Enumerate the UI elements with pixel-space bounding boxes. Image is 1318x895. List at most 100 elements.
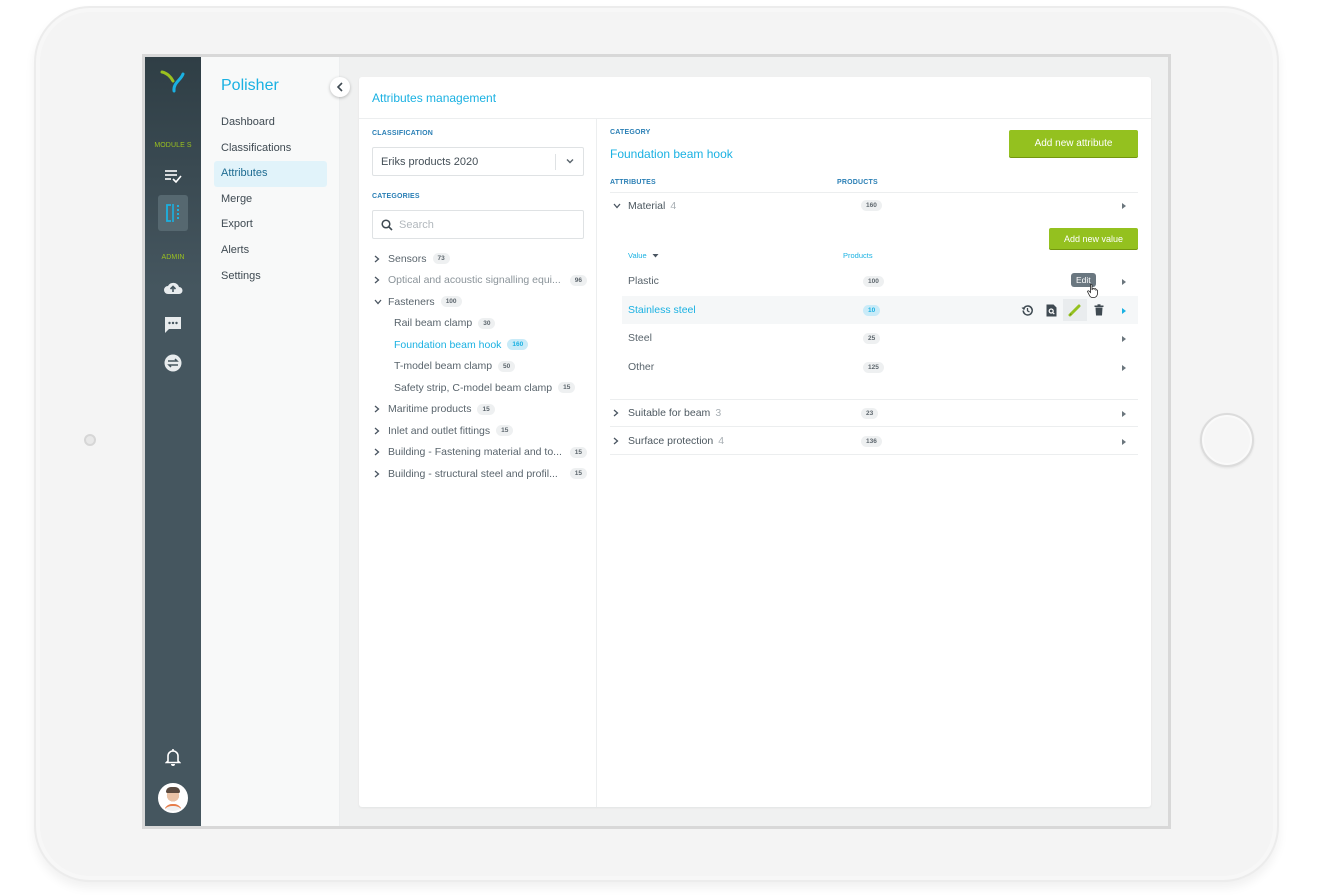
- tree-child-item[interactable]: Safety strip, C-model beam clamp 15: [372, 377, 587, 399]
- value-count: 4: [670, 199, 677, 212]
- count-badge: 15: [558, 382, 576, 394]
- nav-item-alerts[interactable]: Alerts: [214, 238, 327, 264]
- tree-item[interactable]: Maritime products 15: [372, 399, 587, 421]
- count-badge: 15: [477, 403, 495, 415]
- attribute-row-suitable-for-beam[interactable]: Suitable for beam 3 23: [610, 400, 1138, 427]
- attribute-row-material[interactable]: Material 4 160: [610, 192, 1138, 219]
- tree-item[interactable]: Sensors 73: [372, 248, 587, 270]
- caret-right-icon[interactable]: [1122, 203, 1126, 209]
- value-column-header[interactable]: Value: [628, 251, 659, 260]
- card-header: Attributes management: [359, 77, 1151, 119]
- chevron-right-icon[interactable]: [372, 255, 388, 263]
- value-row-selected[interactable]: Stainless steel 10 Edit: [622, 273, 1138, 324]
- app-title: Polisher: [221, 77, 279, 94]
- nav-item-settings[interactable]: Settings: [214, 264, 327, 290]
- cloud-upload-icon[interactable]: [158, 273, 188, 303]
- count-badge: 100: [440, 296, 462, 308]
- add-new-value-button[interactable]: Add new value: [1049, 228, 1138, 249]
- nav-list: Dashboard Classifications Attributes Mer…: [214, 110, 327, 289]
- chevron-right-icon[interactable]: [372, 470, 388, 478]
- tree-child-item[interactable]: T-model beam clamp 50: [372, 356, 587, 378]
- value-count: 3: [715, 407, 722, 419]
- products-badge: 136: [861, 435, 882, 447]
- nav-item-merge[interactable]: Merge: [214, 187, 327, 213]
- chevron-right-icon[interactable]: [372, 405, 388, 413]
- home-button[interactable]: [1200, 413, 1254, 467]
- chevron-right-icon[interactable]: [610, 437, 628, 445]
- split-view-icon[interactable]: [158, 195, 188, 231]
- products-column-header: PRODUCTS: [837, 179, 878, 186]
- chevron-right-icon[interactable]: [610, 409, 628, 417]
- caret-right-icon[interactable]: [1122, 365, 1126, 371]
- find-in-page-icon[interactable]: [1039, 299, 1063, 321]
- categories-panel: CLASSIFICATION Eriks products 2020 CATEG…: [359, 119, 597, 807]
- side-nav: Polisher Dashboard Classifications Attri…: [201, 57, 340, 826]
- tree-item[interactable]: Inlet and outlet fittings 15: [372, 420, 587, 442]
- checklist-icon[interactable]: [158, 161, 188, 191]
- attribute-name: Material: [628, 199, 666, 212]
- category-search[interactable]: [372, 210, 584, 239]
- value-row[interactable]: Steel 25: [622, 324, 1138, 352]
- chevron-left-icon: [336, 82, 343, 92]
- chevron-right-icon[interactable]: [372, 276, 388, 284]
- count-badge: 96: [569, 274, 587, 286]
- attributes-card: Attributes management CLASSIFICATION Eri…: [359, 77, 1151, 807]
- pencil-icon[interactable]: [1063, 299, 1087, 321]
- chevron-right-icon[interactable]: [372, 448, 388, 456]
- chat-icon[interactable]: [158, 310, 188, 340]
- chevron-down-icon[interactable]: [372, 299, 388, 305]
- nav-item-export[interactable]: Export: [214, 212, 327, 238]
- count-badge: 160: [507, 339, 529, 351]
- nav-item-attributes[interactable]: Attributes: [214, 161, 327, 187]
- nav-item-dashboard[interactable]: Dashboard: [214, 110, 327, 136]
- products-badge: 25: [863, 332, 881, 344]
- modules-section-label: MODULE S: [154, 142, 192, 149]
- caret-right-icon[interactable]: [1122, 411, 1126, 417]
- caret-right-icon[interactable]: [1122, 336, 1126, 342]
- history-icon[interactable]: [1015, 299, 1039, 321]
- collapse-sidebar-button[interactable]: [330, 77, 350, 97]
- category-label: CATEGORY: [610, 129, 651, 136]
- add-new-attribute-button[interactable]: Add new attribute: [1009, 130, 1138, 157]
- trash-icon[interactable]: [1087, 299, 1111, 321]
- products-badge: 10: [863, 304, 881, 316]
- category-tree: Sensors 73 Optical and acoustic signalli…: [372, 248, 587, 485]
- chevron-right-icon[interactable]: [372, 427, 388, 435]
- value-row[interactable]: Other 125: [622, 353, 1138, 381]
- module-rail: MODULE S ADMIN: [145, 57, 201, 826]
- caret-right-icon[interactable]: [1122, 279, 1126, 285]
- user-avatar[interactable]: [158, 783, 188, 813]
- chevron-down-icon[interactable]: [610, 203, 628, 209]
- count-badge: 15: [496, 425, 514, 437]
- tree-item[interactable]: Optical and acoustic signalling equi... …: [372, 270, 587, 292]
- value-count: 4: [718, 435, 725, 447]
- tree-item[interactable]: Building - Fastening material and to... …: [372, 442, 587, 464]
- tree-child-item[interactable]: Rail beam clamp 30: [372, 313, 587, 335]
- page-title: Attributes management: [372, 91, 497, 105]
- classification-label: CLASSIFICATION: [372, 130, 434, 137]
- count-badge: 73: [432, 253, 450, 265]
- tree-child-item-selected[interactable]: Foundation beam hook 160: [372, 334, 587, 356]
- sync-icon[interactable]: [158, 348, 188, 378]
- row-actions: [1015, 299, 1111, 321]
- caret-right-icon[interactable]: [1122, 308, 1126, 314]
- classification-value: Eriks products 2020: [381, 156, 479, 168]
- caret-right-icon[interactable]: [1122, 439, 1126, 445]
- sort-down-icon: [652, 254, 659, 258]
- count-badge: 15: [569, 468, 587, 480]
- camera-icon: [84, 434, 96, 446]
- bell-icon[interactable]: [158, 742, 188, 772]
- nav-item-classifications[interactable]: Classifications: [214, 136, 327, 162]
- attribute-row-surface-protection[interactable]: Surface protection 4 136: [610, 428, 1138, 455]
- tree-item[interactable]: Building - structural steel and profil..…: [372, 463, 587, 485]
- classification-select[interactable]: Eriks products 2020: [372, 147, 584, 176]
- value-row[interactable]: Plastic 100: [622, 267, 1138, 295]
- products-badge: 100: [863, 275, 884, 287]
- attribute-name: Surface protection: [628, 435, 714, 447]
- logo-icon: [160, 70, 185, 93]
- attributes-column-header: ATTRIBUTES: [610, 179, 656, 186]
- search-icon: [381, 219, 393, 231]
- products-badge: 160: [861, 200, 882, 211]
- search-input[interactable]: [399, 217, 574, 233]
- tree-item-expanded[interactable]: Fasteners 100: [372, 291, 587, 313]
